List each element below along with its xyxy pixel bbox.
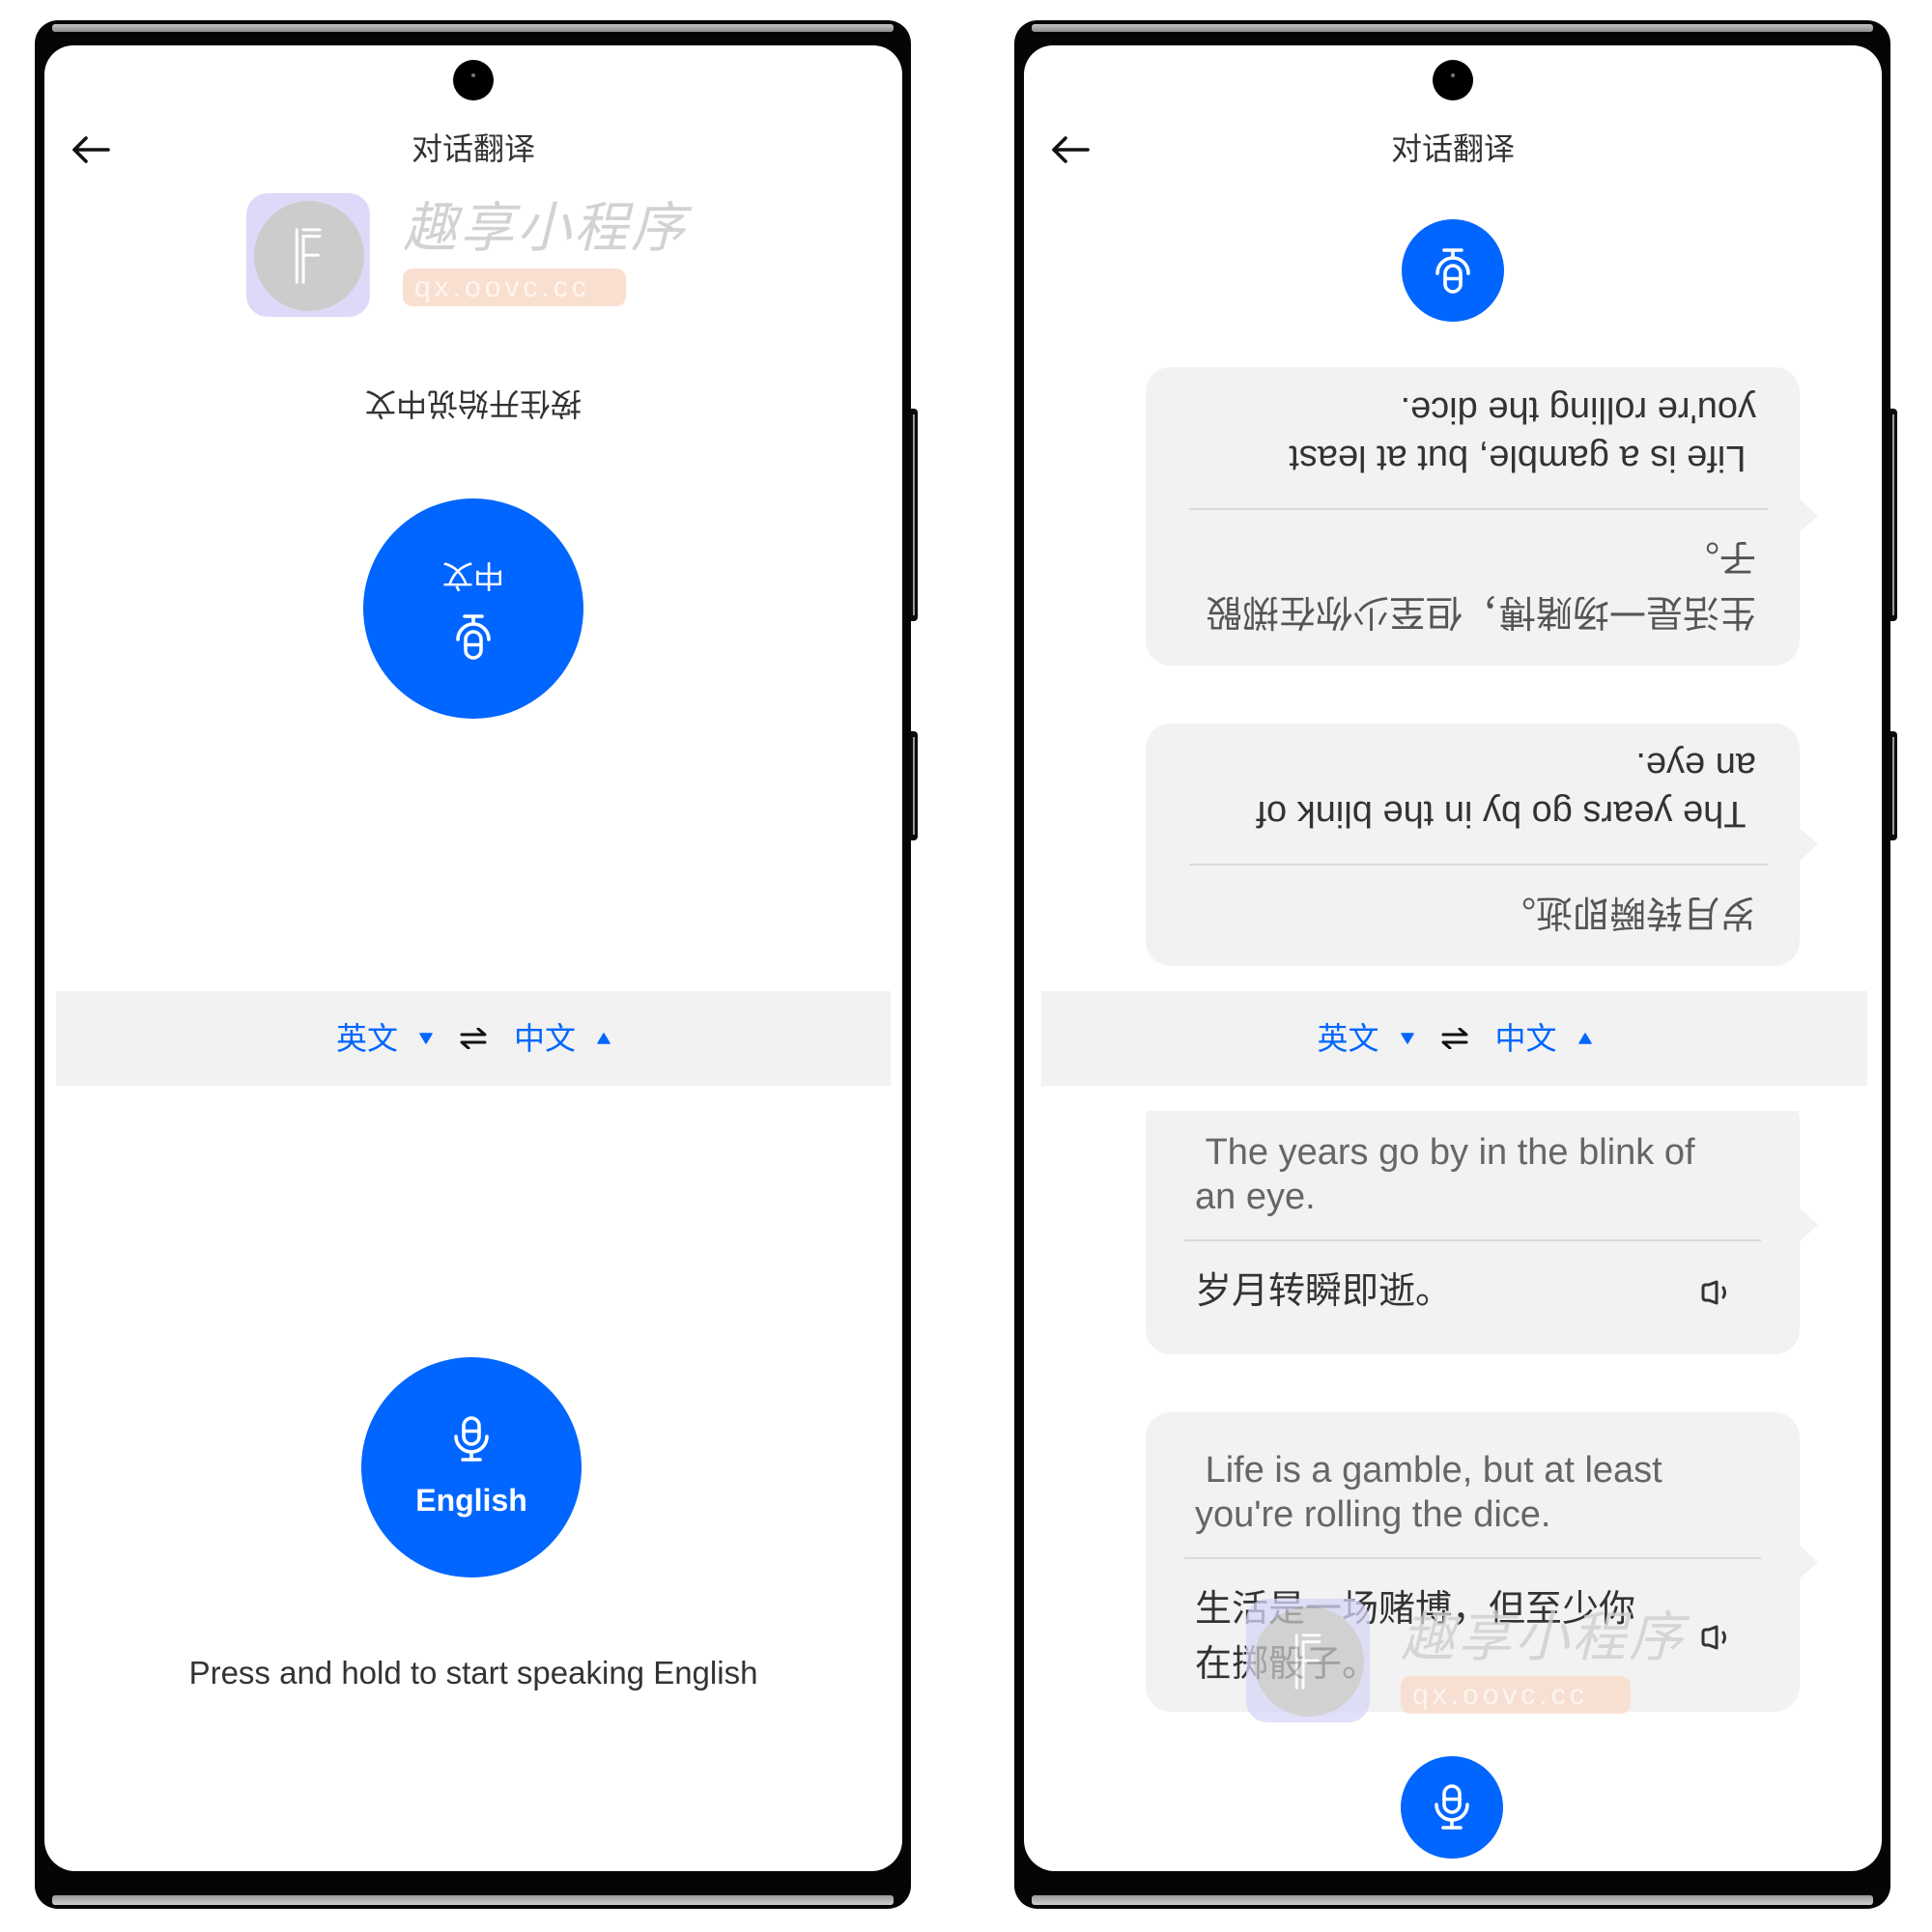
watermark-logo-circle — [254, 201, 364, 311]
microphone-icon — [1435, 1784, 1469, 1830]
message-original: Life is a gamble, but at least you're ro… — [1195, 1450, 1673, 1535]
brand-f-icon — [1294, 1634, 1321, 1690]
message-translation: 岁月转瞬即逝。 — [1195, 1271, 1453, 1312]
microphone-icon — [454, 1416, 489, 1462]
message-original: Life is a gamble, but at least you're ro… — [1278, 389, 1756, 478]
translation-row: 岁月转瞬即逝。 — [1195, 1264, 1755, 1320]
caret-down-icon[interactable] — [1400, 1033, 1414, 1044]
swap-icon — [1441, 1028, 1467, 1049]
source-language-selector[interactable]: 英文 — [336, 1020, 398, 1057]
screen-conversation: 对话翻译 生活是一场赌博，但至少你在掷骰子。 Life is a gamble,… — [1024, 45, 1882, 1871]
brand-f-icon — [295, 228, 322, 284]
page-title: 对话翻译 — [1390, 131, 1515, 166]
language-bar: 英文 中文 — [1041, 991, 1867, 1086]
source-language-selector[interactable]: 英文 — [1317, 1020, 1378, 1057]
frame-top-edge — [52, 24, 894, 32]
message-translation: 岁月转瞬即逝。 — [1498, 892, 1756, 932]
english-press-hint: Press and hold to start speaking English — [188, 1655, 758, 1690]
side-button-volume — [1889, 731, 1897, 840]
swap-languages-button[interactable] — [1441, 1028, 1468, 1049]
speak-english-label: English — [415, 1483, 527, 1518]
message-divider — [1184, 1239, 1761, 1241]
watermark-logo — [1246, 1599, 1370, 1722]
front-camera — [1433, 60, 1473, 100]
speak-english-button[interactable] — [1401, 1756, 1503, 1859]
speak-chinese-label: 中文 — [442, 558, 505, 593]
watermark-logo — [246, 193, 370, 317]
front-camera — [453, 60, 494, 100]
message-bubble-flipped: 生活是一场赌博，但至少你在掷骰子。 Life is a gamble, but … — [1146, 367, 1800, 666]
frame-top-edge — [1032, 24, 1873, 32]
speaker-icon[interactable] — [1700, 1625, 1733, 1650]
side-button-power — [1889, 409, 1897, 621]
speak-chinese-button[interactable] — [1402, 219, 1504, 322]
caret-up-icon[interactable] — [1577, 1033, 1592, 1044]
message-translation: 生活是一场赌博，但至少你在掷骰子。 — [1205, 536, 1756, 632]
target-language-selector[interactable]: 中文 — [514, 1020, 576, 1057]
caret-up-icon[interactable] — [597, 1033, 611, 1044]
chinese-press-hint: 按住开始说中文 — [365, 386, 582, 421]
message-bubble-flipped: 岁月转瞬即逝。 The years go by in the blink of … — [1146, 724, 1800, 966]
swap-icon — [460, 1028, 487, 1049]
side-button-power — [910, 409, 918, 621]
watermark-domain: qx.oovc.cc — [1401, 1676, 1631, 1714]
language-bar: 英文 中文 — [56, 991, 891, 1086]
target-language-selector[interactable]: 中文 — [1495, 1020, 1557, 1057]
caret-down-icon[interactable] — [419, 1033, 433, 1044]
speaker-icon[interactable] — [1700, 1280, 1733, 1305]
watermark-brand: 趣享小程序 — [1401, 1606, 1686, 1667]
message-original: The years go by in the blink of an eye. — [1245, 745, 1756, 834]
message-divider — [1189, 864, 1768, 866]
watermark-domain: qx.oovc.cc — [403, 269, 626, 306]
message-divider — [1189, 508, 1768, 510]
watermark-logo-circle — [1254, 1606, 1364, 1717]
speak-chinese-button[interactable]: 中文 — [363, 498, 583, 719]
page-title: 对话翻译 — [411, 131, 535, 166]
phone-frame-left: 对话翻译 按住开始说中文 中文 英文 中文 English Press and … — [35, 20, 918, 1909]
side-button-volume — [910, 731, 918, 840]
swap-languages-button[interactable] — [460, 1028, 487, 1049]
watermark-brand: 趣享小程序 — [403, 197, 688, 258]
frame-bottom-edge — [1032, 1895, 1873, 1905]
microphone-icon — [456, 614, 491, 660]
message-bubble: The years go by in the blink of an eye. … — [1146, 1111, 1818, 1354]
message-divider — [1184, 1557, 1761, 1559]
phone-frame-right: 对话翻译 生活是一场赌博，但至少你在掷骰子。 Life is a gamble,… — [1014, 20, 1897, 1909]
microphone-icon — [1435, 248, 1470, 294]
message-original: The years go by in the blink of an eye. — [1195, 1132, 1706, 1217]
screen-start-conversation: 对话翻译 按住开始说中文 中文 英文 中文 English Press and … — [44, 45, 902, 1871]
speak-english-button[interactable]: English — [361, 1357, 582, 1577]
frame-bottom-edge — [52, 1895, 894, 1905]
